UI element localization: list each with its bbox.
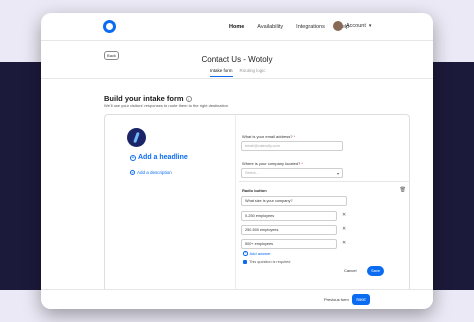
section-subtitle: We'll use your visitors' responses to ro… [104,103,228,108]
tab-bar: Intake form Routing logic [210,68,273,77]
email-label-text: What is your email address? [242,134,293,139]
add-answer-label: Add answer [249,251,271,256]
app-window: Home Availability Integrations Help Acco… [41,13,433,309]
question-input[interactable]: What size is your company? [241,196,347,206]
form-preview-pane: + Add a headline + Add a description [105,115,233,295]
answer-option-input[interactable]: 0-250 employees [241,211,337,221]
logo-icon[interactable] [103,20,116,33]
next-button[interactable]: Next [352,294,370,305]
answer-option-input[interactable]: 500+ employees [241,239,337,249]
add-headline-button[interactable]: + Add a headline [130,154,188,161]
add-answer-button[interactable]: + Add answer [243,251,271,256]
email-question-label: What is your email address? * [242,134,295,139]
cancel-button[interactable]: Cancel [344,268,356,273]
chevron-down-icon: ▾ [368,23,372,29]
form-builder-card: + Add a headline + Add a description Wha… [104,114,410,296]
info-icon[interactable]: i [185,96,192,103]
required-marker: * [301,161,303,166]
tab-intake-form[interactable]: Intake form [210,68,233,77]
footer-bar: Previous form Next [41,289,433,309]
account-menu[interactable]: Account ▾ [333,21,371,31]
trash-icon[interactable]: 🗑 [400,187,406,193]
required-checkbox-label: This question is required [249,260,291,264]
top-navigation: Home Availability Integrations Help Acco… [41,13,433,41]
location-select-placeholder: Select... [245,171,259,175]
close-icon[interactable]: ✕ [342,212,346,218]
page-title: Contact Us - Wotoly [201,55,273,64]
plus-icon: + [130,170,135,175]
chevron-down-icon: ▾ [336,171,339,176]
add-description-label: Add a description [137,170,172,175]
nav-home[interactable]: Home [229,24,244,30]
add-headline-label: Add a headline [138,154,188,161]
required-checkbox-row[interactable]: This question is required [243,260,290,264]
location-label-text: Where is your company located? [242,161,301,166]
close-icon[interactable]: ✕ [342,226,346,232]
location-select[interactable]: Select... ▾ [241,168,343,178]
close-icon[interactable]: ✕ [342,240,346,246]
plus-icon: + [243,251,248,256]
tab-routing-logic[interactable]: Routing logic [240,68,266,77]
required-marker: * [293,134,296,139]
answer-option-input[interactable]: 250-500 employees [241,225,337,235]
avatar [333,21,343,31]
nav-availability[interactable]: Availability [257,24,283,30]
nav-integrations[interactable]: Integrations [296,24,325,30]
save-button[interactable]: Save [367,266,384,276]
required-checkbox[interactable] [243,260,247,264]
company-logo [127,128,146,147]
section-title-text: Build your intake form [104,94,184,103]
previous-form-button[interactable]: Previous form [324,297,349,302]
account-label: Account [346,23,366,29]
radio-type-label: Radio button [242,188,267,193]
plus-icon: + [130,154,136,161]
location-question-label: Where is your company located? * [242,161,303,166]
form-fields-pane: What is your email address? * email@cale… [235,115,411,295]
add-description-button[interactable]: + Add a description [130,170,172,175]
section-title: Build your intake form i [104,94,192,103]
email-field[interactable]: email@calendly.com [241,141,343,151]
page-header: Back Contact Us - Wotoly Intake form Rou… [41,41,433,79]
radio-question-editor: Radio button 🗑 What size is your company… [239,181,410,277]
